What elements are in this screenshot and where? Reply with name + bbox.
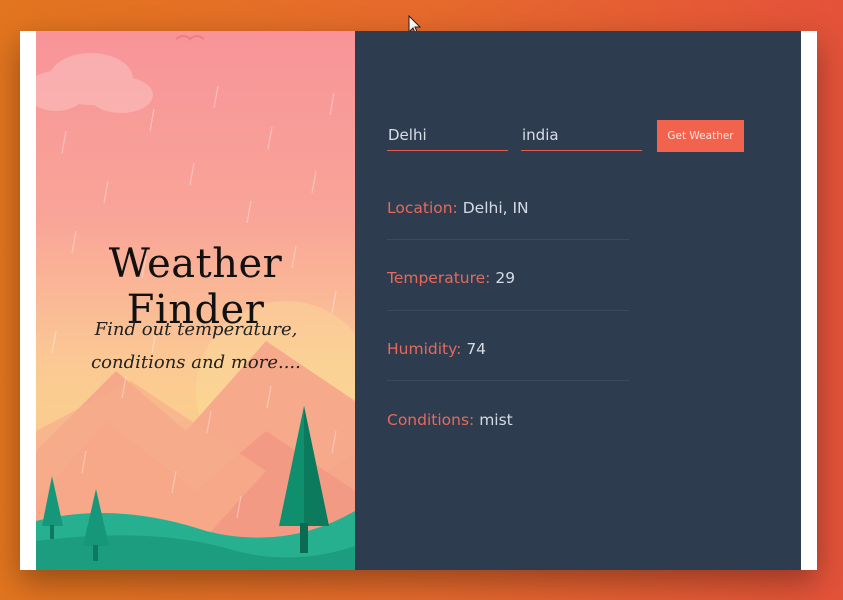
conditions-value: mist — [479, 411, 513, 429]
location-label: Location: — [387, 199, 458, 217]
weather-panel: Get Weather Location: Delhi, IN Temperat… — [355, 31, 801, 570]
divider — [387, 380, 629, 381]
conditions-label: Conditions: — [387, 411, 475, 429]
location-result: Location: Delhi, IN — [387, 199, 629, 217]
app-card: Weather Finder Find out temperature, con… — [20, 31, 817, 570]
temperature-label: Temperature: — [387, 269, 491, 287]
humidity-result: Humidity: 74 — [387, 340, 629, 358]
temperature-result: Temperature: 29 — [387, 269, 629, 287]
temperature-value: 29 — [495, 269, 516, 287]
humidity-label: Humidity: — [387, 340, 462, 358]
humidity-value: 74 — [466, 340, 487, 358]
location-value: Delhi, IN — [462, 199, 529, 217]
hero-panel: Weather Finder Find out temperature, con… — [36, 31, 355, 570]
conditions-result: Conditions: mist — [387, 411, 629, 429]
city-input[interactable] — [387, 121, 508, 151]
country-input[interactable] — [521, 121, 642, 151]
page-subtitle: Find out temperature, conditions and mor… — [91, 319, 301, 373]
divider — [387, 310, 629, 311]
get-weather-button[interactable]: Get Weather — [657, 120, 744, 152]
divider — [387, 239, 629, 240]
